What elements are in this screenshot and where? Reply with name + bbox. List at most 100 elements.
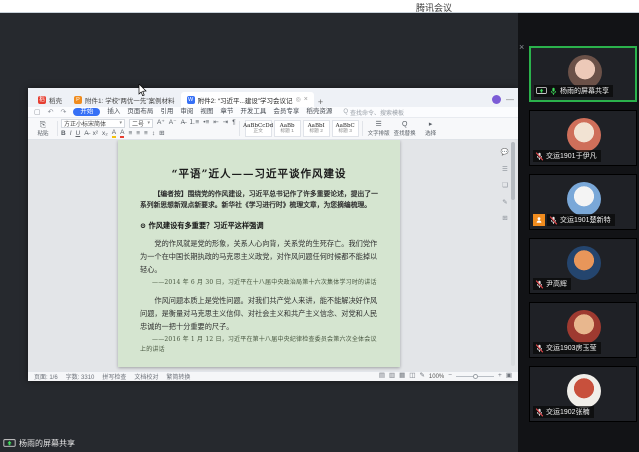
sidebar-collapse-icon[interactable]: ×	[519, 43, 524, 52]
tab-attachment-2-active[interactable]: W 附件2: “习近平...建设”学习会议记 ◎ ×	[181, 92, 314, 107]
participant-tile[interactable]: 交运1902张楠	[529, 366, 637, 422]
menu-page-layout[interactable]: 页面布局	[127, 109, 153, 116]
participant-name: 交运1903房玉莹	[546, 343, 597, 353]
comment-icon[interactable]: 💬	[501, 150, 509, 157]
view-mode-read-icon[interactable]: ▤	[379, 373, 385, 380]
spell-check[interactable]: 拼写检查	[102, 372, 126, 381]
font-name-select[interactable]: 方正小标宋简体▾	[61, 119, 125, 128]
outdent-icon[interactable]: ⇤	[213, 120, 218, 127]
zoom-percent[interactable]: 100%	[429, 374, 444, 380]
text-typeset-button[interactable]: ☰ 文字排版	[366, 119, 392, 138]
menu-insert[interactable]: 插入	[107, 109, 120, 116]
style-heading2[interactable]: AaBbI 标题 2	[303, 120, 330, 137]
menu-dev-tools[interactable]: 开发工具	[240, 109, 266, 116]
meeting-window: 腾讯会议 稻 稻壳 P 附件1: 学校“两优一先”案例材料 W 附件2: “习近…	[0, 0, 639, 452]
outline-icon[interactable]: ☰	[502, 167, 508, 174]
wps-status-bar: 页面: 1/6 字数: 3310 拼写检查 文档校对 繁简转换 ▤ ▥ ▦ ◫ …	[28, 371, 518, 381]
increase-font-icon[interactable]: A⁺	[157, 120, 165, 127]
style-heading1[interactable]: AaBb 标题 1	[274, 120, 301, 137]
participant-tile[interactable]: 交运1901楚新特	[529, 174, 637, 230]
ribbon-search[interactable]: Q 查找命令、搜索模板	[343, 108, 404, 117]
document-canvas: “平语”近人——习近平谈作风建设 【编者按】围绕党的作风建设，习近平总书记作了许…	[28, 140, 518, 371]
share-status-label: 杨雨的屏幕共享	[19, 438, 75, 449]
menu-sections[interactable]: 章节	[220, 109, 233, 116]
highlight-color-button[interactable]: A	[112, 130, 116, 139]
paragraph-mark-icon[interactable]: ¶	[232, 120, 236, 127]
screen-share-icon	[3, 439, 16, 448]
avatar	[567, 310, 601, 344]
subscript-button[interactable]: x₂	[102, 131, 108, 138]
save-icon[interactable]: ▢	[34, 109, 41, 116]
menu-review[interactable]: 审阅	[180, 109, 193, 116]
clear-format-icon[interactable]: A̶	[181, 120, 185, 127]
zoom-slider[interactable]	[456, 376, 494, 377]
select-cursor-icon: ▸	[429, 121, 433, 129]
participant-tile[interactable]: 交运1903房玉莹	[529, 302, 637, 358]
participant-tile[interactable]: 杨雨的屏幕共享	[529, 46, 637, 102]
scrollbar-thumb[interactable]	[511, 142, 515, 200]
font-color-button[interactable]: A	[120, 130, 124, 139]
view-mode-outline-icon[interactable]: ◫	[409, 373, 415, 380]
superscript-button[interactable]: x²	[93, 131, 98, 138]
pen-icon[interactable]: ✎	[502, 200, 507, 207]
menu-member[interactable]: 会员专享	[273, 109, 299, 116]
zoom-slider-knob[interactable]	[473, 374, 478, 379]
align-right-icon[interactable]: ≡	[144, 131, 148, 138]
editor-note: 【编者按】围绕党的作风建设，习近平总书记作了许多重要论述，提出了一系列新思想新观…	[140, 189, 378, 211]
align-center-icon[interactable]: ≡	[136, 131, 140, 138]
tab-close-icon[interactable]: ×	[304, 96, 308, 103]
eye-protect-icon[interactable]: ✎	[419, 373, 424, 380]
numbered-list-icon[interactable]: ⒈≡	[189, 120, 199, 127]
find-replace-button[interactable]: Q 查找替换	[392, 119, 418, 138]
underline-button[interactable]: U	[76, 131, 81, 138]
wps-side-panel-icons: 💬 ☰ ❏ ✎ ⊞	[501, 150, 509, 223]
align-left-icon[interactable]: ≡	[128, 131, 132, 138]
zoom-in-icon[interactable]: +	[498, 373, 502, 380]
indent-icon[interactable]: ⇥	[223, 120, 228, 127]
settings-icon[interactable]: ⊞	[502, 216, 507, 223]
participant-tile[interactable]: 交运1901于伊凡	[529, 110, 637, 166]
decrease-font-icon[interactable]: A⁻	[169, 120, 177, 127]
menu-references[interactable]: 引用	[160, 109, 173, 116]
paste-button[interactable]: ⎘ 粘贴	[32, 119, 54, 138]
window-minimize-icon[interactable]: —	[506, 95, 514, 104]
tab-docer-home[interactable]: 稻 稻壳	[32, 92, 68, 107]
undo-icon[interactable]: ↶	[48, 109, 54, 116]
style-normal[interactable]: AaBbCcDd 正文	[245, 120, 272, 137]
style-heading3[interactable]: AaBbC 标题 3	[332, 120, 359, 137]
menu-home[interactable]: 开始	[73, 108, 100, 117]
fullscreen-icon[interactable]: ▣	[506, 373, 512, 380]
line-spacing-icon[interactable]: ↕	[152, 131, 155, 138]
strikethrough-button[interactable]: A̶	[84, 131, 88, 138]
zoom-out-icon[interactable]: −	[448, 373, 452, 380]
select-button[interactable]: ▸ 选择	[418, 119, 444, 138]
document-title: “平语”近人——习近平谈作风建设	[140, 166, 378, 181]
participant-tile[interactable]: 尹高辉	[529, 238, 637, 294]
view-mode-web-icon[interactable]: ▦	[399, 373, 405, 380]
menu-view[interactable]: 视图	[200, 109, 213, 116]
convert-simplified-traditional[interactable]: 繁简转换	[166, 372, 190, 381]
bold-button[interactable]: B	[61, 131, 66, 138]
style-gallery: AaBbCcDd 正文 AaBb 标题 1 AaBbI 标题 2 AaBbC 标…	[245, 119, 359, 138]
new-tab-button[interactable]: +	[318, 97, 323, 107]
shading-icon[interactable]: ⊞	[159, 131, 164, 138]
menu-docer-resources[interactable]: 稻壳资源	[306, 109, 332, 116]
italic-button[interactable]: I	[70, 131, 72, 138]
redo-icon[interactable]: ↷	[61, 109, 67, 116]
doc-proofread[interactable]: 文档校对	[134, 372, 158, 381]
wps-window: 稻 稻壳 P 附件1: 学校“两优一先”案例材料 W 附件2: “习近平...建…	[28, 88, 518, 381]
wps-account-avatar[interactable]	[492, 95, 501, 104]
font-size-select[interactable]: 二号▾	[129, 119, 153, 128]
view-mode-page-icon[interactable]: ▥	[389, 373, 395, 380]
mic-muted-icon	[535, 408, 544, 417]
tab-pin-icon[interactable]: ◎	[296, 96, 301, 103]
bullet-list-icon[interactable]: •≡	[203, 120, 209, 127]
bookmark-icon[interactable]: ❏	[502, 183, 508, 190]
vertical-scrollbar[interactable]	[511, 142, 515, 366]
avatar	[567, 182, 601, 216]
mic-muted-icon	[535, 152, 544, 161]
avatar	[567, 374, 601, 408]
mic-muted-icon	[535, 280, 544, 289]
tab-attachment-1[interactable]: P 附件1: 学校“两优一先”案例材料	[68, 92, 181, 107]
document-page[interactable]: “平语”近人——习近平谈作风建设 【编者按】围绕党的作风建设，习近平总书记作了许…	[118, 140, 400, 367]
